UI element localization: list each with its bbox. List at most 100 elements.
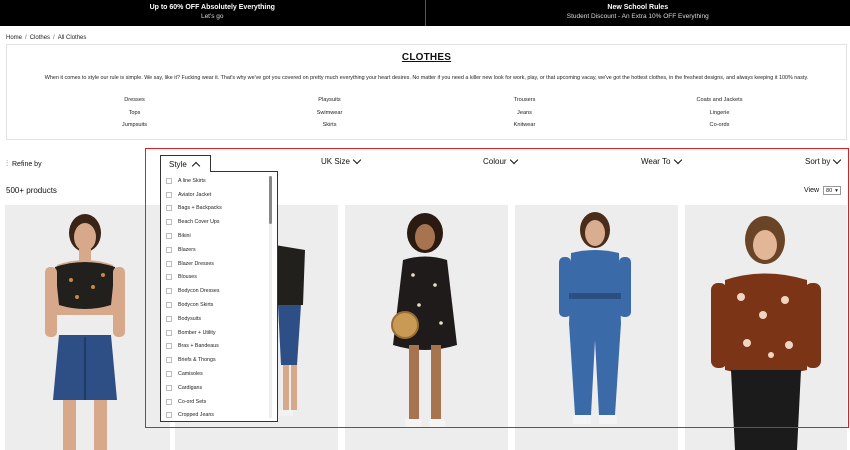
style-option-label: Bomber + Utility <box>178 329 216 336</box>
checkbox[interactable] <box>166 177 172 184</box>
sliders-icon: ⫶ <box>6 159 8 168</box>
product-image <box>515 205 678 450</box>
style-option-label: Aviator Jacket <box>178 191 212 198</box>
chevron-up-icon <box>191 161 201 170</box>
category-link-dresses[interactable]: Dresses <box>37 96 232 105</box>
checkbox[interactable] <box>166 233 172 240</box>
product-card[interactable] <box>515 205 678 450</box>
category-link-playsuits[interactable]: Playsuits <box>232 96 427 105</box>
category-link-tops[interactable]: Tops <box>37 109 232 118</box>
style-option[interactable]: Bodycon Dresses <box>161 284 277 298</box>
promo-sale-title: Up to 60% OFF Absolutely Everything <box>149 4 275 11</box>
breadcrumb-all-clothes[interactable]: All Clothes <box>58 35 87 41</box>
breadcrumb-home[interactable]: Home <box>6 35 22 41</box>
breadcrumb-separator: / <box>25 35 27 41</box>
style-option[interactable]: Blouses <box>161 271 277 285</box>
view-per-page: View 80 ▾ <box>804 186 841 195</box>
style-option[interactable]: A line Skirts <box>161 174 277 188</box>
category-link-jeans[interactable]: Jeans <box>427 109 622 118</box>
style-option[interactable]: Aviator Jacket <box>161 188 277 202</box>
product-card[interactable] <box>345 205 508 450</box>
promo-student-subtitle[interactable]: Student Discount - An Extra 10% OFF Ever… <box>426 12 850 22</box>
wear-to-filter[interactable]: Wear To <box>641 155 682 166</box>
style-option-label: Blazer Dresses <box>178 260 214 267</box>
promo-sale-link[interactable]: Let's go <box>0 12 425 22</box>
style-dropdown-panel: A line Skirts Aviator Jacket Bags + Back… <box>160 171 278 422</box>
style-options-list: A line Skirts Aviator Jacket Bags + Back… <box>161 172 277 421</box>
product-card[interactable] <box>5 205 170 450</box>
style-option[interactable]: Bikini <box>161 229 277 243</box>
category-links: Dresses Playsuits Trousers Coats and Jac… <box>37 96 817 130</box>
promo-student[interactable]: New School Rules Student Discount - An E… <box>424 0 850 26</box>
category-intro: CLOTHES When it comes to style our rule … <box>6 44 847 140</box>
checkbox[interactable] <box>166 371 172 378</box>
category-link-knitwear[interactable]: Knitwear <box>427 121 622 130</box>
category-link-swimwear[interactable]: Swimwear <box>232 109 427 118</box>
style-option[interactable]: Cropped Jeans <box>161 409 277 421</box>
dropdown-scrollbar[interactable] <box>269 176 272 418</box>
style-option[interactable]: Cardigans <box>161 381 277 395</box>
scrollbar-thumb[interactable] <box>269 176 272 224</box>
category-link-trousers[interactable]: Trousers <box>427 96 622 105</box>
category-link-skirts[interactable]: Skirts <box>232 121 427 130</box>
chevron-down-icon <box>673 155 682 165</box>
category-link-jumpsuits[interactable]: Jumpsuits <box>37 121 232 130</box>
chevron-down-icon <box>833 155 842 165</box>
style-option-label: Bikini <box>178 233 191 240</box>
view-count-select[interactable]: 80 ▾ <box>823 186 841 195</box>
wear-to-label: Wear To <box>641 157 671 166</box>
breadcrumb-clothes[interactable]: Clothes <box>30 35 50 41</box>
checkbox[interactable] <box>166 384 172 391</box>
uk-size-filter[interactable]: UK Size <box>321 155 362 166</box>
checkbox[interactable] <box>166 357 172 364</box>
category-link-coats[interactable]: Coats and Jackets <box>622 96 817 105</box>
style-option[interactable]: Bags + Backpacks <box>161 202 277 216</box>
refine-by-button[interactable]: ⫶ Refine by <box>6 159 42 169</box>
style-option[interactable]: Bodycon Skirts <box>161 298 277 312</box>
checkbox[interactable] <box>166 315 172 322</box>
style-option[interactable]: Camisoles <box>161 367 277 381</box>
category-link-lingerie[interactable]: Lingerie <box>622 109 817 118</box>
style-option[interactable]: Blazer Dresses <box>161 257 277 271</box>
checkbox[interactable] <box>166 329 172 336</box>
product-image <box>345 205 508 450</box>
sort-by-dropdown[interactable]: Sort by <box>805 155 842 166</box>
checkbox[interactable] <box>166 219 172 226</box>
page-title: CLOTHES <box>401 52 452 63</box>
product-image <box>5 205 170 450</box>
style-option[interactable]: Co-ord Sets <box>161 395 277 409</box>
checkbox[interactable] <box>166 274 172 281</box>
checkbox[interactable] <box>166 412 172 419</box>
colour-label: Colour <box>483 157 507 166</box>
style-option-label: Cropped Jeans <box>178 412 214 419</box>
style-filter-toggle[interactable]: Style <box>160 155 211 172</box>
style-option[interactable]: Bras + Bandeaus <box>161 340 277 354</box>
product-count: 500+ products <box>6 186 57 195</box>
style-label: Style <box>169 159 187 169</box>
checkbox[interactable] <box>166 398 172 405</box>
style-option-label: Bodysuits <box>178 315 201 322</box>
checkbox[interactable] <box>166 343 172 350</box>
product-card[interactable] <box>685 205 847 450</box>
style-option[interactable]: Briefs & Thongs <box>161 353 277 367</box>
checkbox[interactable] <box>166 302 172 309</box>
checkbox[interactable] <box>166 191 172 198</box>
checkbox[interactable] <box>166 246 172 253</box>
style-option[interactable]: Bodysuits <box>161 312 277 326</box>
chevron-down-icon <box>509 155 518 165</box>
checkbox[interactable] <box>166 288 172 295</box>
style-option[interactable]: Beach Cover Ups <box>161 215 277 229</box>
style-option-label: Camisoles <box>178 371 203 378</box>
checkbox[interactable] <box>166 260 172 267</box>
checkbox[interactable] <box>166 205 172 212</box>
product-image <box>685 205 847 450</box>
breadcrumb: Home / Clothes / All Clothes <box>6 35 86 41</box>
style-option-label: A line Skirts <box>178 177 206 184</box>
refine-by-label: Refine by <box>12 160 42 168</box>
style-option[interactable]: Bomber + Utility <box>161 326 277 340</box>
promo-sale[interactable]: Up to 60% OFF Absolutely Everything Let'… <box>0 0 425 26</box>
uk-size-label: UK Size <box>321 157 350 166</box>
category-link-co-ords[interactable]: Co-ords <box>622 121 817 130</box>
colour-filter[interactable]: Colour <box>483 155 518 166</box>
style-option[interactable]: Blazers <box>161 243 277 257</box>
